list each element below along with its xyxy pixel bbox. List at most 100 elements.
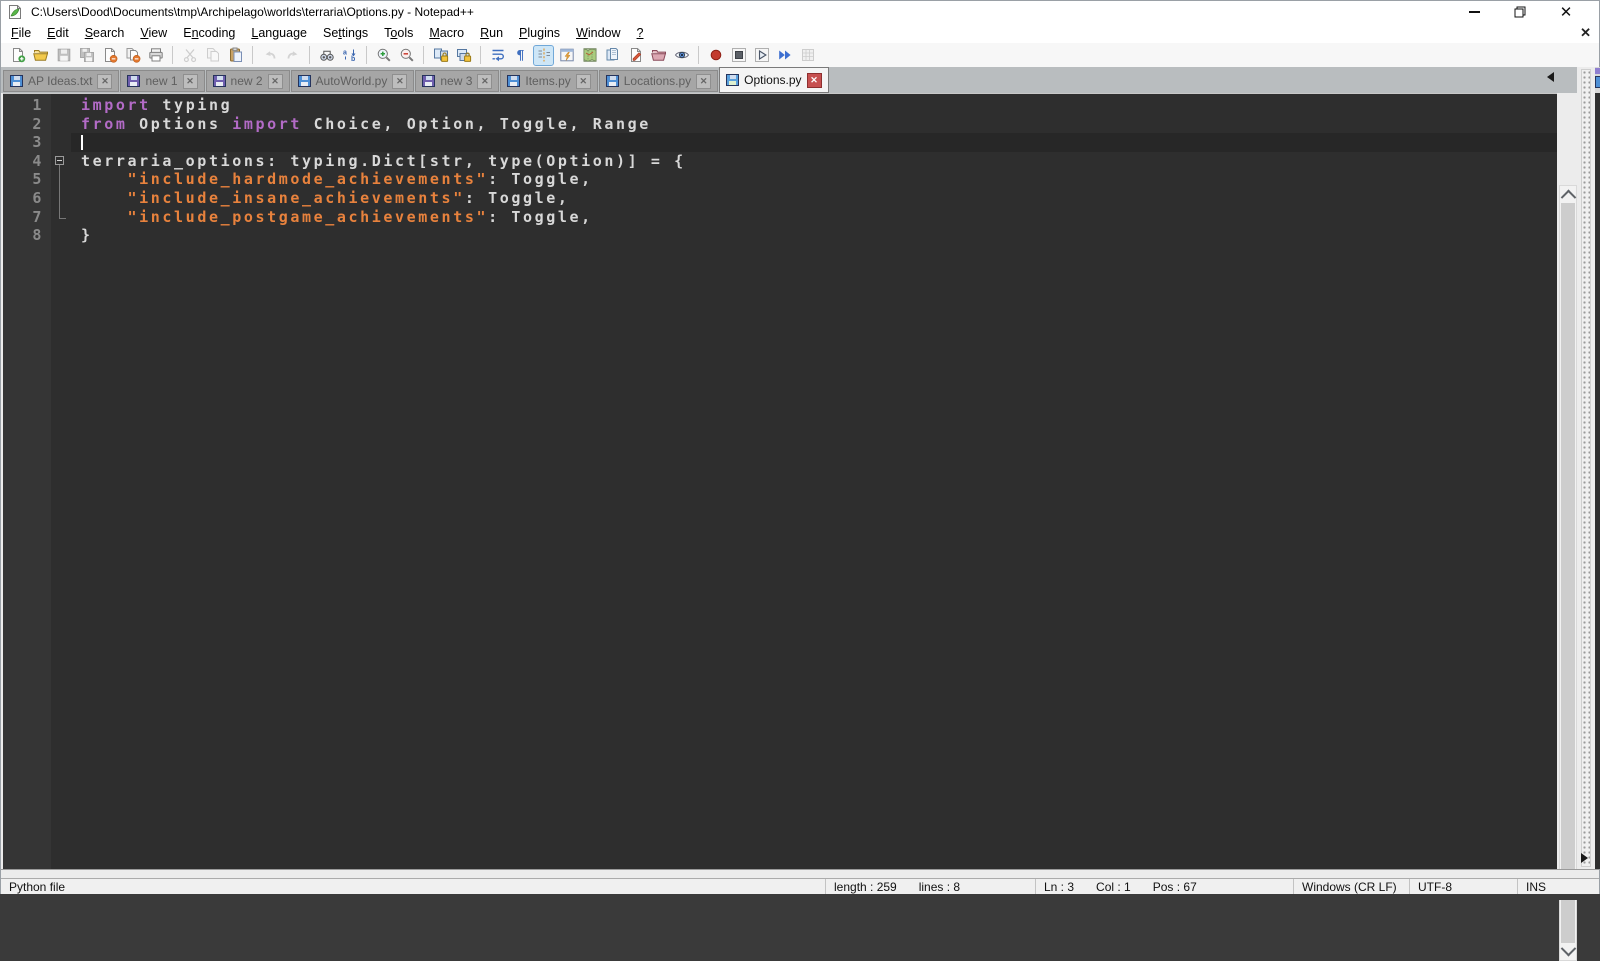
toolbar-redo-button[interactable]: [283, 46, 302, 65]
menu-item-run[interactable]: Run: [472, 24, 511, 42]
tab-label: AutoWorld.py: [315, 74, 388, 88]
code-line[interactable]: terraria_options: typing.Dict[str, type(…: [71, 152, 1557, 171]
restore-button[interactable]: [1497, 1, 1543, 23]
toolbar-edit-shortcuts-button[interactable]: [626, 46, 645, 65]
toolbar-document-list-button[interactable]: [603, 46, 622, 65]
toolbar-show-indent-guide-button[interactable]: [533, 44, 554, 66]
scrollbar-thumb[interactable]: [1561, 203, 1575, 943]
insert-mode-label[interactable]: INS: [1526, 880, 1546, 894]
toolbar-stop-macro-button[interactable]: [729, 46, 748, 65]
code-segment-default: terraria_options: typing.Dict[str, type(…: [81, 151, 686, 170]
toolbar-sync-horizontal-scroll-button[interactable]: [454, 46, 473, 65]
menu-item-plugins[interactable]: Plugins: [511, 24, 568, 42]
close-document-icon[interactable]: ✕: [1580, 25, 1591, 41]
code-editor[interactable]: 12345678 import typing from Options impor…: [3, 93, 1557, 869]
scroll-down-button[interactable]: [1560, 940, 1576, 960]
toolbar-save-macro-button[interactable]: [798, 46, 817, 65]
toolbar-folder-as-workspace-button[interactable]: [649, 46, 668, 65]
encoding-label[interactable]: UTF-8: [1418, 880, 1452, 894]
menu-item-settings[interactable]: Settings: [315, 24, 376, 42]
run-macro-multiple-icon: [777, 47, 793, 63]
toolbar-separator: [172, 46, 173, 64]
menu-item-edit[interactable]: Edit: [39, 24, 77, 42]
tab-new-1[interactable]: new 1 ✕: [120, 70, 205, 92]
menu-item-macro[interactable]: Macro: [421, 24, 472, 42]
toolbar-function-list-button[interactable]: [557, 46, 576, 65]
toolbar-replace-button[interactable]: ab: [340, 46, 359, 65]
toolbar-playback-macro-button[interactable]: [752, 46, 771, 65]
tab-close-icon[interactable]: ✕: [392, 73, 408, 89]
tab-scroll-left-icon[interactable]: [1547, 72, 1554, 82]
fold-open-marker[interactable]: [55, 155, 64, 165]
toolbar-paste-button[interactable]: [226, 46, 245, 65]
second-view-editor[interactable]: [1595, 93, 1600, 869]
toolbar-show-all-characters-button[interactable]: ¶: [511, 46, 530, 65]
code-segment-keyword: import: [232, 114, 303, 133]
code-area[interactable]: import typing from Options import Choice,…: [71, 94, 1557, 869]
toolbar-zoom-in-button[interactable]: [374, 46, 393, 65]
toolbar-record-macro-button[interactable]: [706, 46, 725, 65]
scroll-up-button[interactable]: [1560, 186, 1576, 206]
second-view-tab[interactable]: [1595, 67, 1600, 93]
tab-close-icon[interactable]: ✕: [182, 73, 198, 89]
toolbar-close-all-button[interactable]: [123, 46, 142, 65]
tab-new-2[interactable]: new 2 ✕: [205, 70, 290, 92]
tab-autoworld-py[interactable]: AutoWorld.py ✕: [290, 70, 415, 92]
menu-item-encoding[interactable]: Encoding: [175, 24, 243, 42]
toolbar-find-button[interactable]: [317, 46, 336, 65]
close-window-button[interactable]: ✕: [1543, 1, 1589, 23]
toolbar-zoom-out-button[interactable]: [397, 46, 416, 65]
code-line[interactable]: from Options import Choice, Option, Togg…: [71, 115, 1557, 134]
view-splitter-handle[interactable]: [1581, 69, 1591, 867]
toolbar-run-macro-multiple-button[interactable]: [775, 46, 794, 65]
toolbar-new-file-button[interactable]: [8, 46, 27, 65]
code-line[interactable]: "include_insane_achievements": Toggle,: [71, 189, 1557, 208]
taskbar-strip[interactable]: [0, 894, 1600, 900]
toolbar-save-all-button[interactable]: [77, 46, 96, 65]
code-line[interactable]: "include_hardmode_achievements": Toggle,: [71, 170, 1557, 189]
toolbar-close-file-button[interactable]: [100, 46, 119, 65]
menu-item--[interactable]: ?: [629, 24, 652, 42]
menu-item-tools[interactable]: Tools: [376, 24, 421, 42]
code-line[interactable]: import typing: [71, 96, 1557, 115]
code-line[interactable]: }: [71, 226, 1557, 245]
toolbar-undo-button[interactable]: [260, 46, 279, 65]
toolbar-sync-vertical-scroll-button[interactable]: [431, 46, 450, 65]
tab-close-icon[interactable]: ✕: [97, 73, 113, 89]
tab-ap-ideas-txt[interactable]: AP Ideas.txt ✕: [3, 70, 120, 92]
toolbar-word-wrap-button[interactable]: [488, 46, 507, 65]
toolbar-cut-button[interactable]: [180, 46, 199, 65]
tab-close-icon[interactable]: ✕: [477, 73, 493, 89]
toolbar-separator: [309, 46, 310, 64]
vertical-scrollbar[interactable]: [1559, 185, 1577, 961]
toolbar-monitoring-button[interactable]: [672, 46, 691, 65]
toolbar-copy-button[interactable]: [203, 46, 222, 65]
tab-new-3[interactable]: new 3 ✕: [415, 70, 500, 92]
toolbar-save-file-button[interactable]: [54, 46, 73, 65]
tab-options-py[interactable]: Options.py ✕: [719, 67, 829, 93]
menu-item-file[interactable]: File: [3, 24, 39, 42]
code-line[interactable]: [71, 133, 1557, 152]
zoom-out-icon: [399, 47, 415, 63]
record-macro-icon: [708, 47, 724, 63]
tab-items-py[interactable]: Items.py ✕: [500, 70, 598, 92]
eol-format-label[interactable]: Windows (CR LF): [1302, 880, 1397, 894]
menu-item-view[interactable]: View: [132, 24, 175, 42]
minimize-button[interactable]: [1451, 1, 1497, 23]
tab-close-icon[interactable]: ✕: [267, 73, 283, 89]
tab-close-icon[interactable]: ✕: [575, 73, 591, 89]
menu-item-search[interactable]: Search: [77, 24, 133, 42]
menu-item-language[interactable]: Language: [243, 24, 315, 42]
toolbar-open-file-button[interactable]: [31, 46, 50, 65]
line-number: 4: [32, 151, 44, 170]
code-line[interactable]: "include_postgame_achievements": Toggle,: [71, 208, 1557, 227]
length-label: length : 259: [834, 880, 897, 894]
tab-close-icon[interactable]: ✕: [806, 72, 822, 88]
playback-macro-icon: [754, 47, 770, 63]
tab-locations-py[interactable]: Locations.py ✕: [598, 70, 719, 92]
toolbar-document-map-button[interactable]: [580, 46, 599, 65]
tab-close-icon[interactable]: ✕: [696, 73, 712, 89]
toolbar-print-button[interactable]: [146, 46, 165, 65]
menu-item-window[interactable]: Window: [568, 24, 628, 42]
splitter-arrow-icon[interactable]: [1581, 853, 1588, 863]
